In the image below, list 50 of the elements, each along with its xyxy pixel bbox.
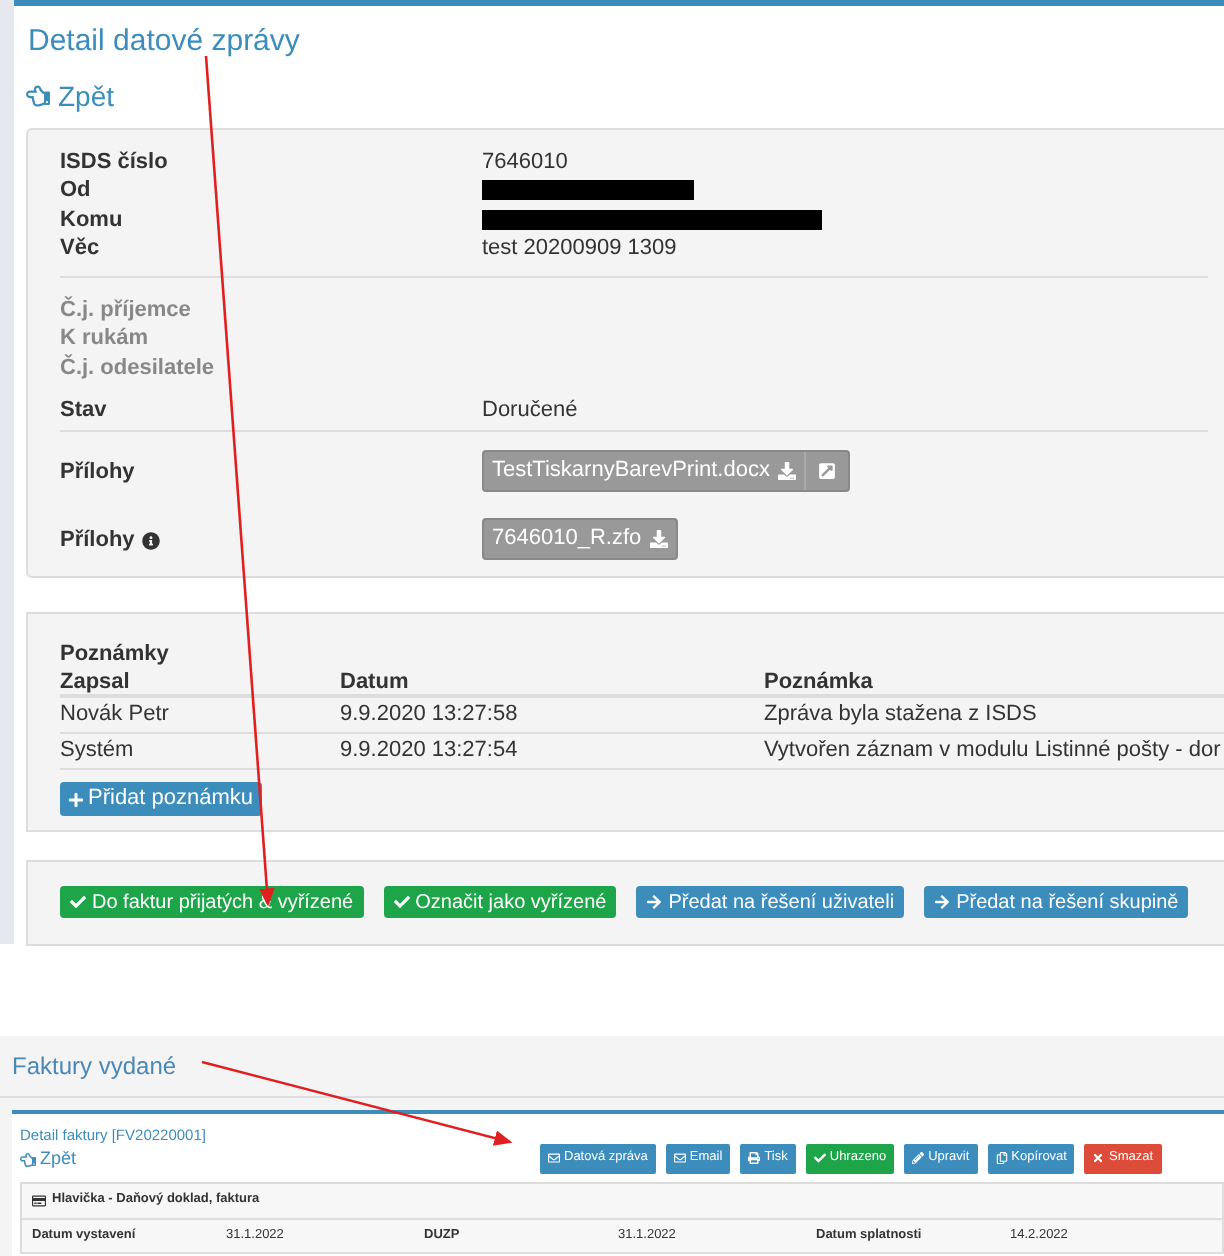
action-button[interactable]: Označit jako vyřízené: [383, 886, 617, 918]
check-icon: [393, 894, 410, 910]
hand-pointing-icon: [20, 1152, 36, 1168]
field-label: Věc: [60, 234, 102, 264]
check-icon: [813, 1152, 826, 1164]
plus-icon: [68, 791, 84, 807]
printer-icon: [748, 1152, 761, 1164]
field-value: Doručené: [482, 395, 578, 426]
attachment-download-button[interactable]: 7646010_R.zfo: [484, 520, 676, 558]
hand-pointing-icon: [26, 84, 50, 108]
field-label: Komu: [60, 205, 125, 235]
field-label: Od: [60, 176, 93, 206]
back-link[interactable]: Zpět: [20, 1146, 540, 1174]
table-cell: Systém: [60, 738, 134, 763]
add-note-button[interactable]: Přidat poznámku: [60, 782, 262, 816]
field-label: Přílohy: [60, 458, 135, 488]
arrow-right-icon: [934, 894, 951, 910]
column-header: Poznámka: [764, 669, 873, 694]
table-cell: Zpráva byla stažena z ISDS: [764, 702, 1037, 727]
external-link-icon: [817, 462, 836, 480]
download-icon: [649, 530, 668, 548]
back-link[interactable]: Zpět: [26, 75, 115, 117]
close-icon: [1092, 1152, 1105, 1164]
check-icon: [70, 894, 86, 910]
field-label: ISDS číslo: [60, 147, 170, 177]
copy-icon: [995, 1152, 1008, 1164]
card-icon: [32, 1193, 46, 1208]
field-label: Přílohy: [60, 526, 135, 556]
field-label: Č.j. příjemce: [60, 294, 191, 322]
field-label: Č.j. odesilatele: [60, 352, 215, 380]
field-value: 7646010: [482, 147, 568, 177]
table-cell: Vytvořen záznam v modulu Listinné pošty - dor: [764, 738, 1221, 763]
table-cell: 9.9.2020 13:27:54: [340, 738, 518, 763]
action-button[interactable]: Předat na řešení skupině: [924, 886, 1189, 918]
arrow-right-icon: [646, 894, 663, 910]
field-value: test 20200909 1309: [482, 234, 677, 264]
pencil-icon: [912, 1152, 925, 1164]
table-cell: 9.9.2020 13:27:58: [340, 702, 518, 727]
page-title: Detail datové zprávy: [28, 22, 302, 62]
download-icon: [777, 462, 796, 480]
page-title: Faktury vydané: [12, 1050, 177, 1084]
column-header: Datum: [340, 669, 409, 694]
envelope-icon: [673, 1152, 686, 1164]
table-cell: Novák Petr: [60, 702, 169, 727]
column-header: Zapsal: [60, 669, 130, 694]
action-button[interactable]: Předat na řešení uživateli: [636, 886, 905, 918]
envelope-icon: [548, 1152, 560, 1164]
field-label: Stav: [60, 395, 109, 426]
field-label: K rukám: [60, 324, 149, 351]
notes-title: Poznámky: [60, 639, 169, 669]
